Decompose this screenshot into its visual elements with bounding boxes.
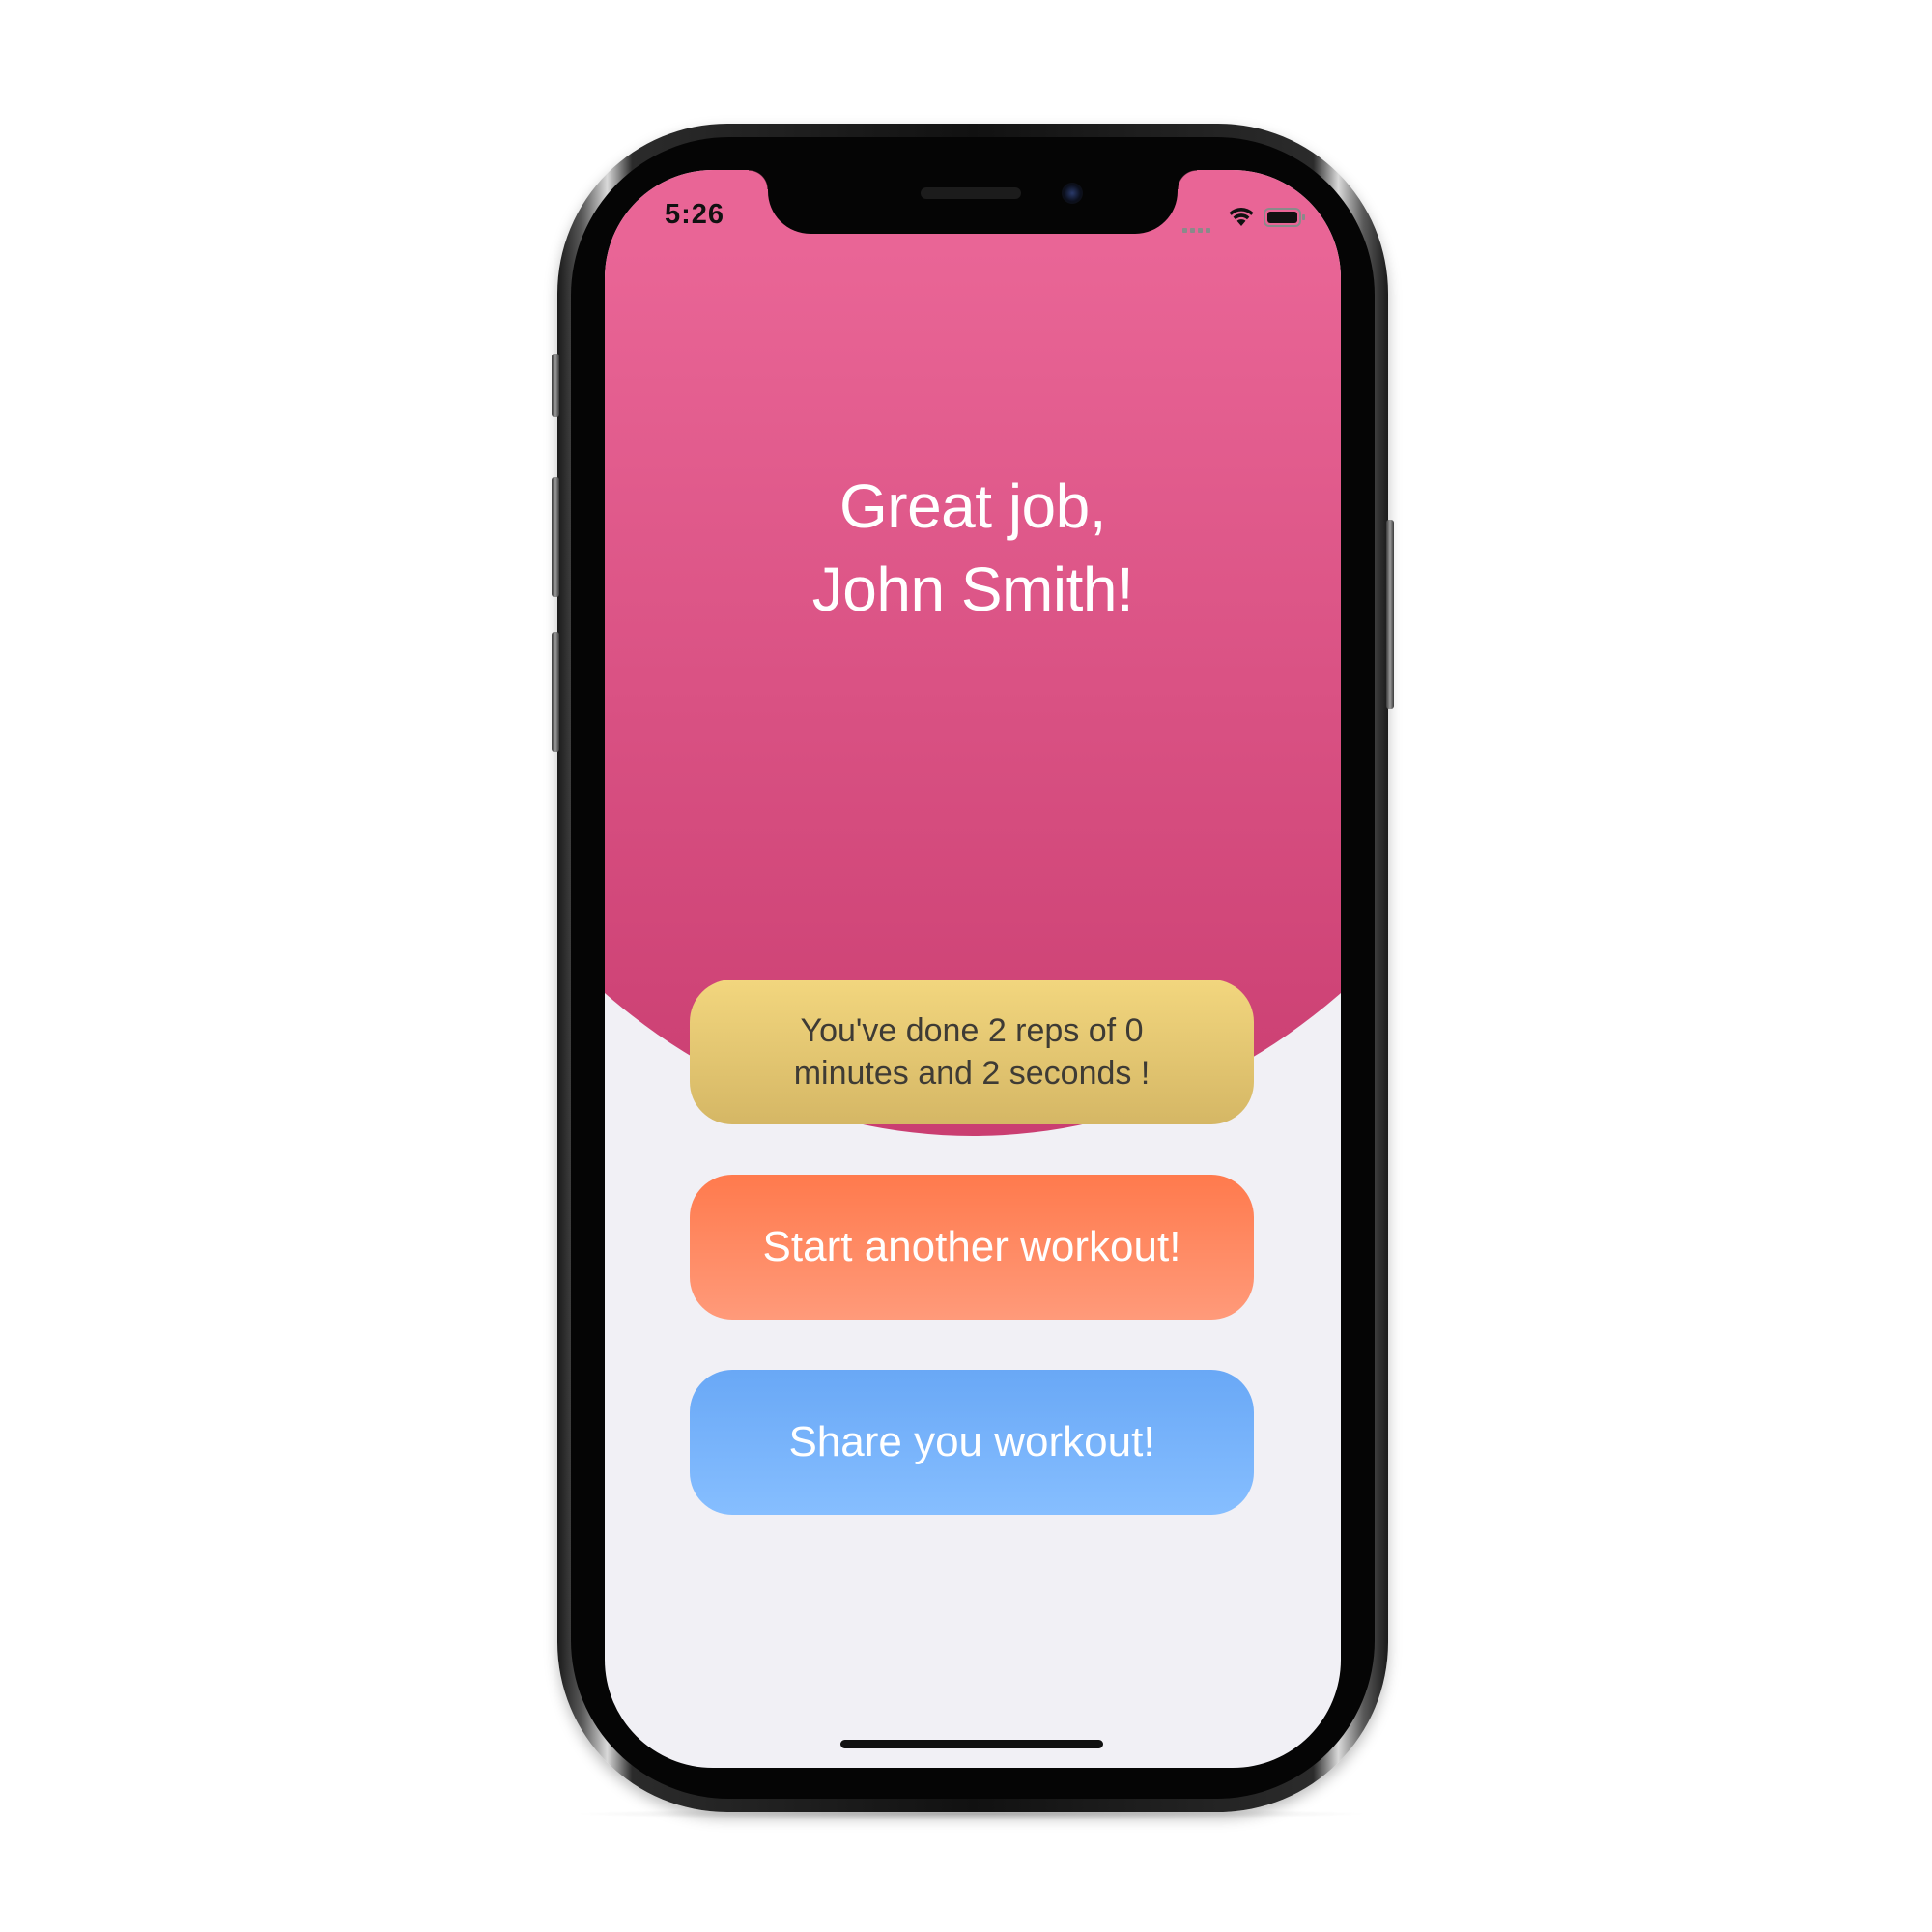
summary-line-1: You've done 2 reps of 0 — [800, 1012, 1144, 1049]
home-indicator[interactable] — [840, 1740, 1103, 1748]
start-another-workout-button[interactable]: Start another workout! — [690, 1175, 1254, 1320]
mute-switch — [552, 354, 559, 417]
wifi-icon — [1229, 208, 1254, 226]
workout-summary-card: You've done 2 reps of 0 minutes and 2 se… — [690, 980, 1254, 1124]
app-screen: 5:26 Great job, John Smith! You've done … — [605, 170, 1341, 1768]
share-workout-button[interactable]: Share you workout! — [690, 1370, 1254, 1515]
status-time: 5:26 — [665, 199, 725, 230]
share-button-label: Share you workout! — [788, 1418, 1155, 1465]
title-line-2: John Smith! — [811, 554, 1134, 624]
battery-icon — [1264, 208, 1305, 227]
volume-down-button — [552, 632, 559, 752]
signal-icon — [1182, 220, 1217, 233]
volume-up-button — [552, 477, 559, 597]
status-indicators — [1182, 203, 1310, 233]
congratulations-title: Great job, John Smith! — [605, 465, 1341, 631]
summary-line-2: minutes and 2 seconds ! — [793, 1055, 1151, 1092]
power-button — [1386, 520, 1394, 709]
start-button-label: Start another workout! — [762, 1223, 1181, 1270]
device-notch — [749, 170, 1197, 234]
title-line-1: Great job, — [838, 471, 1107, 541]
earpiece-speaker — [921, 187, 1021, 199]
front-camera — [1062, 183, 1083, 204]
